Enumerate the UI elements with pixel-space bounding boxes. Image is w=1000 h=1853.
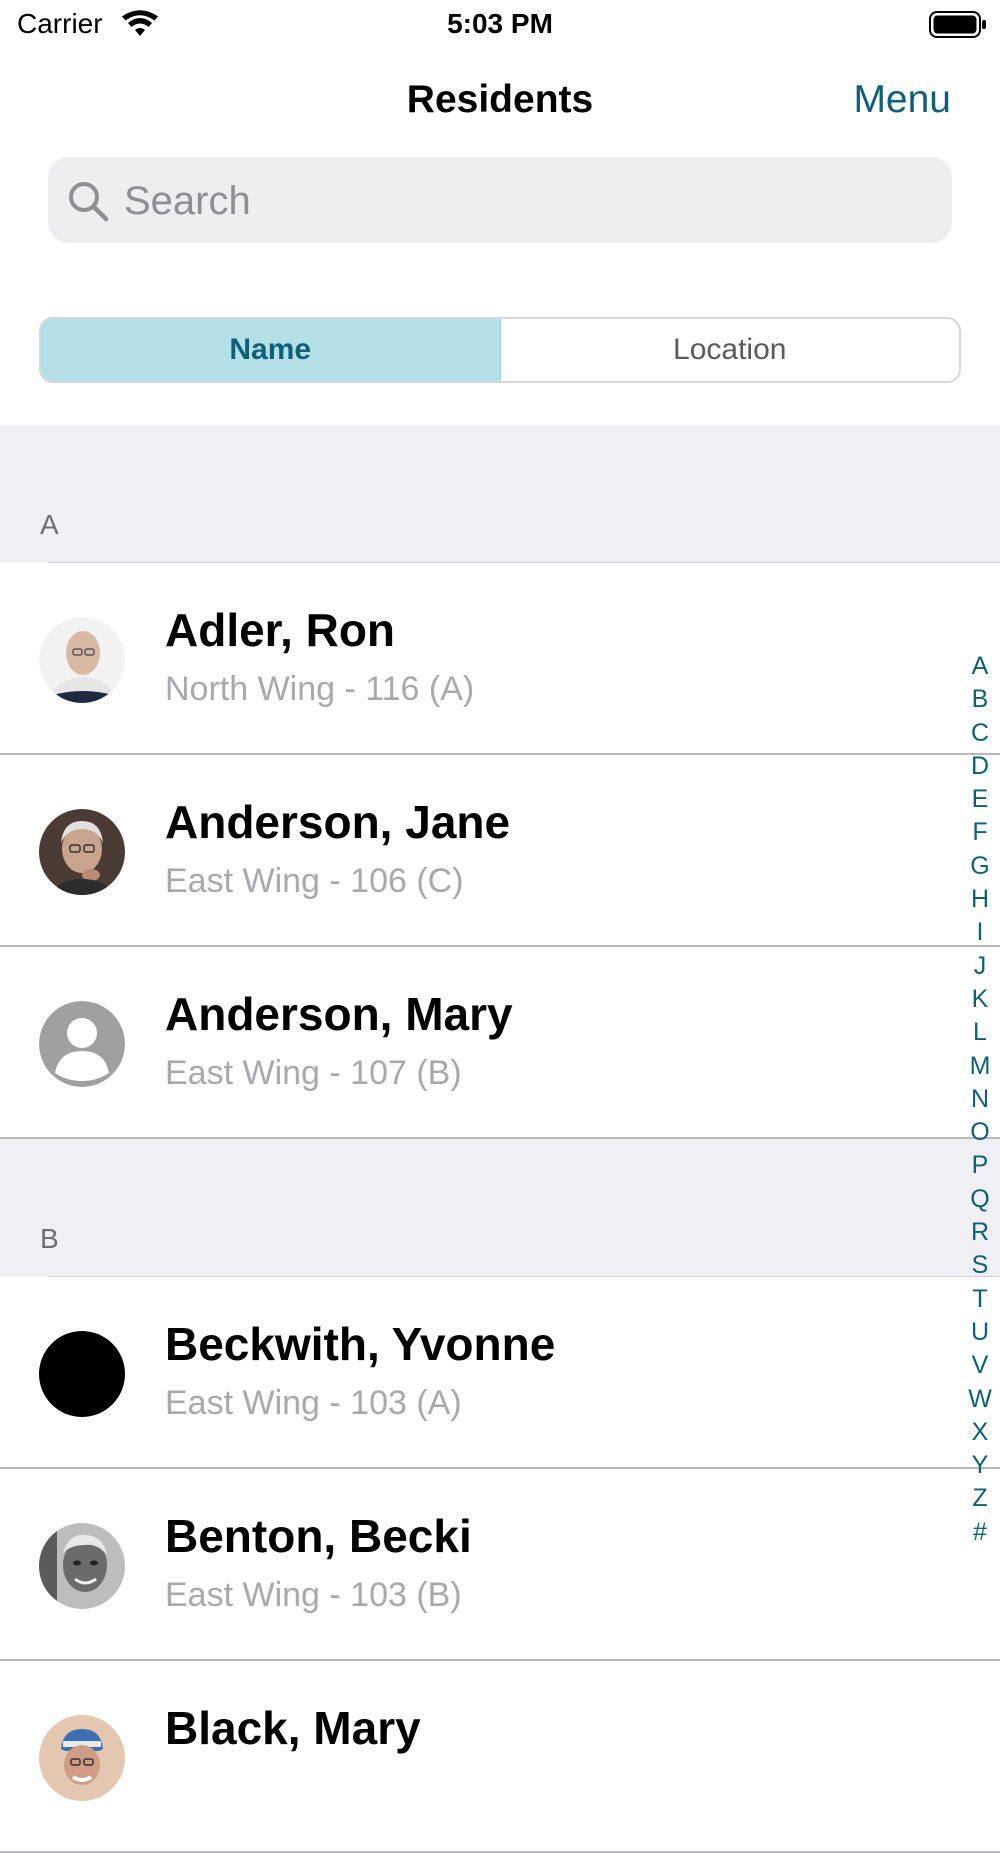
index-letter[interactable]: I — [968, 916, 992, 949]
index-letter[interactable]: N — [968, 1083, 992, 1116]
residents-list: A Adler, Ron North Wing - 116 (A) Anders… — [0, 425, 1000, 1853]
resident-row[interactable]: Black, Mary — [0, 1661, 1000, 1853]
search-input[interactable] — [122, 157, 926, 245]
segment-location[interactable]: Location — [500, 319, 959, 381]
index-letter[interactable]: G — [968, 850, 992, 883]
index-letter[interactable]: U — [968, 1316, 992, 1349]
resident-avatar — [39, 1331, 125, 1417]
index-letter[interactable]: L — [968, 1016, 992, 1049]
resident-avatar — [39, 617, 125, 703]
resident-row[interactable]: Anderson, Jane East Wing - 106 (C) — [0, 755, 1000, 947]
index-letter[interactable]: H — [968, 883, 992, 916]
index-letter[interactable]: Z — [968, 1482, 992, 1515]
index-letter[interactable]: P — [968, 1149, 992, 1182]
resident-row[interactable]: Benton, Becki East Wing - 103 (B) — [0, 1469, 1000, 1661]
resident-row[interactable]: Adler, Ron North Wing - 116 (A) — [0, 563, 1000, 755]
resident-name: Anderson, Mary — [165, 988, 513, 1040]
section-letter: A — [40, 509, 59, 540]
index-letter[interactable]: O — [968, 1116, 992, 1149]
index-letter[interactable]: T — [968, 1283, 992, 1316]
status-bar: Carrier 5:03 PM — [0, 0, 1000, 50]
resident-location: East Wing - 107 (B) — [165, 1054, 462, 1092]
resident-location: East Wing - 106 (C) — [165, 862, 464, 900]
index-letter[interactable]: Y — [968, 1449, 992, 1482]
index-letter[interactable]: F — [968, 816, 992, 849]
section-header-a: A — [0, 425, 1000, 563]
resident-name: Anderson, Jane — [165, 796, 511, 848]
segment-name[interactable]: Name — [41, 319, 501, 381]
section-header-b: B — [0, 1139, 1000, 1277]
index-letter[interactable]: A — [968, 650, 992, 683]
battery-icon — [929, 11, 986, 38]
resident-avatar — [39, 1523, 125, 1609]
resident-location: East Wing - 103 (B) — [165, 1576, 462, 1614]
resident-name: Adler, Ron — [165, 604, 396, 656]
index-letter[interactable]: Q — [968, 1183, 992, 1216]
resident-avatar — [39, 1715, 125, 1801]
index-letter[interactable]: S — [968, 1249, 992, 1282]
resident-location: East Wing - 103 (A) — [165, 1384, 462, 1422]
index-letter[interactable]: X — [968, 1416, 992, 1449]
index-letter[interactable]: J — [968, 950, 992, 983]
index-letter[interactable]: D — [968, 750, 992, 783]
resident-location: North Wing - 116 (A) — [165, 670, 475, 708]
resident-row[interactable]: Beckwith, Yvonne East Wing - 103 (A) — [0, 1277, 1000, 1469]
search-bar[interactable] — [48, 157, 952, 245]
sort-segmented-control: Name Location — [39, 317, 961, 383]
index-letter[interactable]: V — [968, 1349, 992, 1382]
menu-button[interactable]: Menu — [853, 78, 951, 122]
index-letter[interactable]: M — [968, 1050, 992, 1083]
resident-avatar — [39, 809, 125, 895]
resident-row[interactable]: Anderson, Mary East Wing - 107 (B) — [0, 947, 1000, 1139]
status-time: 5:03 PM — [447, 8, 553, 39]
section-index[interactable]: A B C D E F G H I J K L M N O P Q R S T U V W X Y Z # — [968, 650, 992, 1549]
index-letter[interactable]: W — [968, 1383, 992, 1416]
section-letter: B — [40, 1223, 59, 1254]
resident-name: Beckwith, Yvonne — [165, 1318, 556, 1370]
index-letter[interactable]: R — [968, 1216, 992, 1249]
page-title: Residents — [406, 78, 594, 121]
search-icon — [69, 182, 109, 222]
resident-name: Black, Mary — [165, 1702, 421, 1754]
person-placeholder-icon — [39, 1001, 125, 1087]
index-letter[interactable]: C — [968, 717, 992, 750]
index-letter[interactable]: B — [968, 683, 992, 716]
index-letter[interactable]: K — [968, 983, 992, 1016]
index-letter[interactable]: # — [968, 1516, 992, 1549]
resident-name: Benton, Becki — [165, 1510, 472, 1562]
index-letter[interactable]: E — [968, 783, 992, 816]
